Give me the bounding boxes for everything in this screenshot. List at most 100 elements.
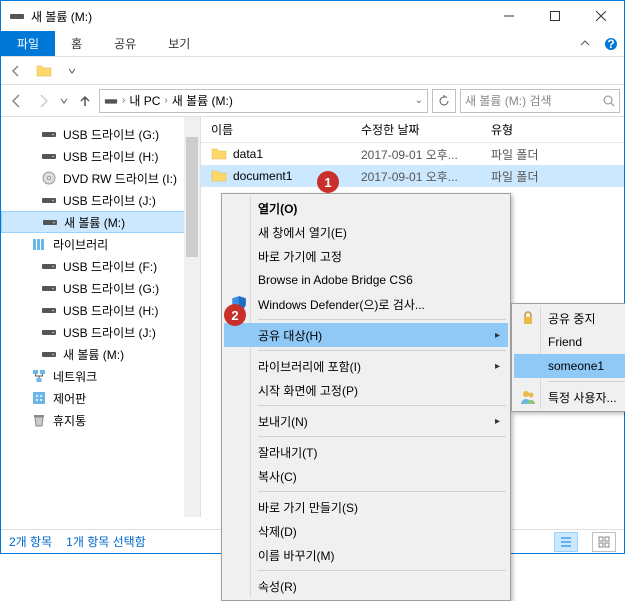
tree-item-label: 휴지통	[53, 412, 86, 429]
context-menu-item[interactable]: 새 창에서 열기(E)	[224, 220, 508, 244]
view-thumbnails-button[interactable]	[592, 532, 616, 552]
menu-item-label: 복사(C)	[258, 468, 297, 485]
search-input[interactable]: 새 볼륨 (M:) 검색	[460, 89, 620, 113]
submenu-item[interactable]: 특정 사용자...	[514, 385, 625, 409]
refresh-button[interactable]	[432, 89, 456, 113]
tab-view[interactable]: 보기	[152, 31, 206, 56]
nav-forward-button[interactable]	[31, 89, 55, 113]
tree-item[interactable]: 네트워크	[1, 365, 200, 387]
user-icon	[520, 389, 536, 405]
menu-item-label: 라이브러리에 포함(I)	[258, 358, 361, 375]
breadcrumb-pc[interactable]: 내 PC	[129, 92, 160, 109]
drive-icon	[41, 280, 57, 296]
menu-separator	[548, 381, 625, 382]
chevron-right-icon: ›	[122, 95, 125, 106]
status-item-count: 2개 항목	[9, 533, 52, 550]
breadcrumb[interactable]: › 내 PC › 새 볼륨 (M:) ⌄	[99, 89, 428, 113]
drive-icon	[41, 126, 57, 142]
submenu-item[interactable]: Friend	[514, 330, 625, 354]
context-menu-item[interactable]: 이름 바꾸기(M)	[224, 543, 508, 567]
tree-item-label: USB 드라이브 (J:)	[63, 192, 156, 209]
nav-back-small-icon[interactable]	[5, 60, 27, 82]
share-submenu: 공유 중지 Friend someone1 특정 사용자...	[511, 303, 625, 412]
tree-item[interactable]: USB 드라이브 (F:)	[1, 255, 200, 277]
menu-item-label: 이름 바꾸기(M)	[258, 547, 335, 564]
column-date[interactable]: 수정한 날짜	[351, 117, 481, 142]
tree-item-label: 제어판	[53, 390, 86, 407]
menu-item-label: 삭제(D)	[258, 523, 297, 540]
drive-icon	[41, 258, 57, 274]
submenu-item-label: Friend	[548, 335, 582, 349]
tree-item[interactable]: USB 드라이브 (J:)	[1, 189, 200, 211]
ribbon-expand-button[interactable]	[572, 31, 598, 56]
trash-icon	[31, 412, 47, 428]
file-row[interactable]: document12017-09-01 오후...파일 폴더	[201, 165, 624, 187]
tab-file[interactable]: 파일	[1, 31, 55, 56]
drive-icon	[9, 8, 25, 24]
tree-item-label: USB 드라이브 (J:)	[63, 324, 156, 341]
drive-icon	[41, 148, 57, 164]
menu-separator	[258, 405, 506, 406]
context-menu-item[interactable]: 복사(C)	[224, 464, 508, 488]
context-menu-item[interactable]: 속성(R)	[224, 574, 508, 598]
nav-up-button[interactable]	[73, 89, 97, 113]
tab-share[interactable]: 공유	[98, 31, 152, 56]
maximize-button[interactable]	[532, 1, 578, 31]
tree-item[interactable]: DVD RW 드라이브 (I:)	[1, 167, 200, 189]
column-name[interactable]: 이름	[201, 117, 351, 142]
file-name: data1	[233, 147, 263, 161]
context-menu-item[interactable]: 열기(O)	[224, 196, 508, 220]
tree-item-label: USB 드라이브 (F:)	[63, 258, 157, 275]
context-menu-item[interactable]: Windows Defender(으)로 검사...	[224, 292, 508, 316]
context-menu-item[interactable]: 공유 대상(H) ▸	[224, 323, 508, 347]
context-menu-item[interactable]: 바로 가기 만들기(S)	[224, 495, 508, 519]
menu-item-label: 시작 화면에 고정(P)	[258, 382, 358, 399]
tree-item[interactable]: USB 드라이브 (J:)	[1, 321, 200, 343]
file-name: document1	[233, 169, 292, 183]
nav-history-button[interactable]	[57, 89, 71, 113]
search-icon	[603, 95, 615, 107]
tree-item[interactable]: 라이브러리	[1, 233, 200, 255]
titlebar: 새 볼륨 (M:)	[1, 1, 624, 31]
context-menu-item[interactable]: 보내기(N)▸	[224, 409, 508, 433]
minimize-button[interactable]	[486, 1, 532, 31]
close-button[interactable]	[578, 1, 624, 31]
tree-item[interactable]: 새 볼륨 (M:)	[1, 211, 200, 233]
file-type: 파일 폴더	[481, 146, 561, 163]
help-button[interactable]: ?	[598, 31, 624, 56]
tree-item[interactable]: 제어판	[1, 387, 200, 409]
tree-item[interactable]: USB 드라이브 (H:)	[1, 145, 200, 167]
context-menu-item[interactable]: 바로 가기에 고정	[224, 244, 508, 268]
tree-item-label: USB 드라이브 (G:)	[63, 280, 159, 297]
nav-back-button[interactable]	[5, 89, 29, 113]
context-menu-item[interactable]: 라이브러리에 포함(I)▸	[224, 354, 508, 378]
tree-item[interactable]: 새 볼륨 (M:)	[1, 343, 200, 365]
chevron-down-icon[interactable]	[61, 60, 83, 82]
chevron-right-icon: ▸	[495, 330, 500, 341]
folder-icon[interactable]	[33, 60, 55, 82]
tree-item[interactable]: USB 드라이브 (H:)	[1, 299, 200, 321]
chevron-down-icon[interactable]: ⌄	[415, 95, 423, 106]
submenu-item[interactable]: someone1	[514, 354, 625, 378]
scrollbar[interactable]	[184, 117, 200, 517]
file-row[interactable]: data12017-09-01 오후...파일 폴더	[201, 143, 624, 165]
tree-item[interactable]: 휴지통	[1, 409, 200, 431]
svg-text:?: ?	[607, 37, 614, 51]
column-type[interactable]: 유형	[481, 117, 561, 142]
breadcrumb-volume[interactable]: 새 볼륨 (M:)	[172, 92, 233, 109]
menu-item-label: 바로 가기 만들기(S)	[258, 499, 358, 516]
submenu-item[interactable]: 공유 중지	[514, 306, 625, 330]
context-menu-item[interactable]: 잘라내기(T)	[224, 440, 508, 464]
menu-item-label: 잘라내기(T)	[258, 444, 317, 461]
menu-item-label: 공유 대상(H)	[258, 327, 322, 344]
context-menu-item[interactable]: 시작 화면에 고정(P)	[224, 378, 508, 402]
context-menu-item[interactable]: Browse in Adobe Bridge CS6	[224, 268, 508, 292]
tree-item[interactable]: USB 드라이브 (G:)	[1, 277, 200, 299]
submenu-item-label: 특정 사용자...	[548, 389, 617, 406]
tab-home[interactable]: 홈	[55, 31, 98, 56]
scrollbar-thumb[interactable]	[186, 137, 198, 257]
context-menu-item[interactable]: 삭제(D)	[224, 519, 508, 543]
view-details-button[interactable]	[554, 532, 578, 552]
annotation-badge-1: 1	[317, 171, 339, 193]
tree-item[interactable]: USB 드라이브 (G:)	[1, 123, 200, 145]
